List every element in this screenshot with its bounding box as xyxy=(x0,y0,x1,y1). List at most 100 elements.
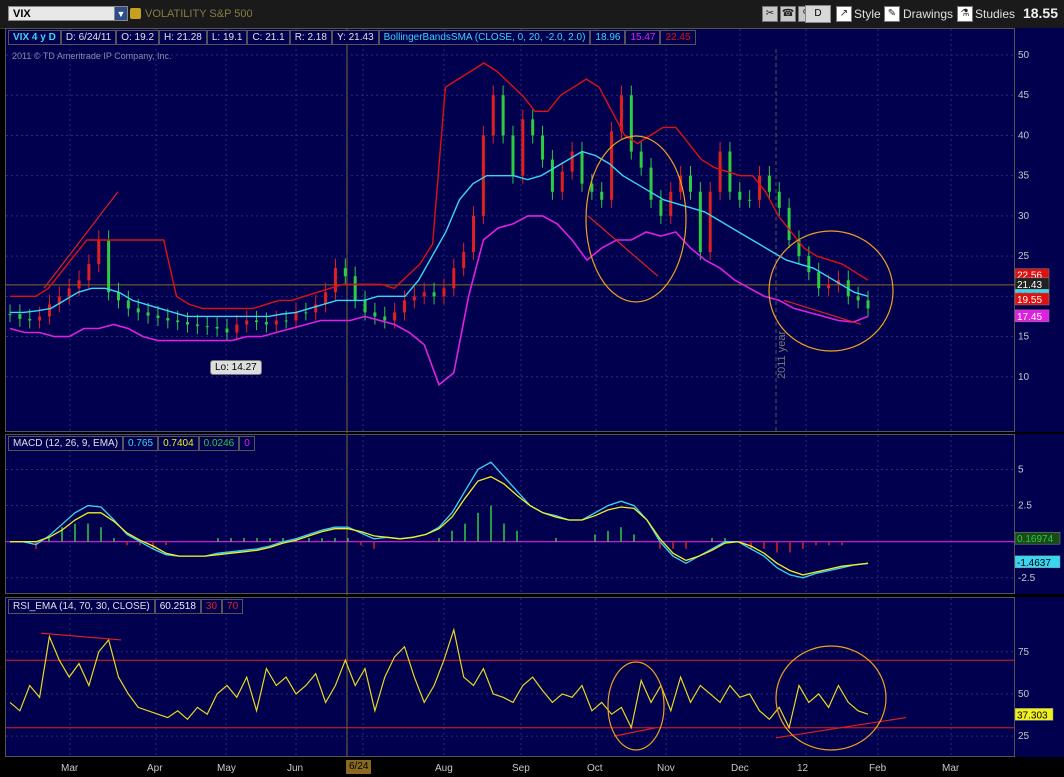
candle-body xyxy=(659,199,663,216)
bollinger-study-label[interactable]: BollingerBandsSMA (CLOSE, 0, 20, -2.0, 2… xyxy=(378,30,591,45)
bollinger-lower-value: 15.47 xyxy=(625,30,661,45)
candle-body xyxy=(866,300,870,309)
style-button[interactable]: Style xyxy=(854,7,881,21)
candle-body xyxy=(195,324,199,327)
candle-body xyxy=(541,135,545,160)
macd-pane[interactable]: MACD (12, 26, 9, EMA) 0.765 0.7404 0.024… xyxy=(5,434,1016,595)
candle-body xyxy=(521,119,525,176)
x-tick-label: May xyxy=(217,763,236,774)
x-tick-label: Aug xyxy=(435,763,453,774)
x-tick-label: Sep xyxy=(512,763,530,774)
macd-diff-value: 0.0246 xyxy=(198,436,240,451)
high-readout: H: 21.28 xyxy=(159,30,207,45)
symbol-dropdown-icon[interactable]: ▼ xyxy=(114,6,128,21)
y-tick-label: 75 xyxy=(1018,647,1030,658)
candle-body xyxy=(570,151,574,172)
drawings-icon[interactable]: ✎ xyxy=(884,6,900,22)
studies-icon[interactable]: ⚗ xyxy=(957,6,973,22)
candle-body xyxy=(333,268,337,293)
period-label[interactable]: VIX 4 y D xyxy=(8,30,61,45)
candle-body xyxy=(304,312,308,314)
candle-body xyxy=(205,326,209,328)
trendline-annotation xyxy=(613,727,657,737)
y-tick-label: 35 xyxy=(1018,171,1030,182)
drawing-mode-button[interactable]: D xyxy=(805,5,831,23)
candle-body xyxy=(18,314,22,319)
y-tick-label: 45 xyxy=(1018,90,1030,101)
x-tick-label: Jun xyxy=(287,763,304,774)
candle-body xyxy=(688,175,692,192)
x-tick-label: Dec xyxy=(731,763,749,774)
scissors-icon[interactable]: ✂ xyxy=(762,6,778,22)
x-tick-label: Mar xyxy=(61,763,79,774)
price-pane[interactable]: VIX 4 y D D: 6/24/11 O: 19.2 H: 21.28 L:… xyxy=(5,28,1016,433)
last-price: 18.55 xyxy=(1022,5,1058,21)
x-tick-label: 12 xyxy=(797,763,809,774)
candle-body xyxy=(393,312,397,321)
candle-body xyxy=(718,151,722,192)
candle-body xyxy=(777,191,781,208)
candle-body xyxy=(402,300,406,313)
close-readout: C: 21.1 xyxy=(247,30,290,45)
x-axis[interactable]: Mar Apr May Jun 6/24 Aug Sep Oct Nov Dec 12 Feb Mar xyxy=(5,757,1015,777)
candle-body xyxy=(245,320,249,325)
candle-body xyxy=(807,256,811,273)
price-header: VIX 4 y D D: 6/24/11 O: 19.2 H: 21.28 L:… xyxy=(8,30,696,45)
candle-body xyxy=(501,95,505,136)
phone-icon[interactable]: ☎ xyxy=(780,6,796,22)
candle-body xyxy=(8,314,12,316)
date-readout: D: 6/24/11 xyxy=(60,30,117,45)
price-y-axis[interactable]: 10152025303540455022.5621.4320.0119.5517… xyxy=(1015,28,1064,432)
candle-body xyxy=(324,292,328,305)
candle-body xyxy=(176,320,180,323)
rsi-pane[interactable]: RSI_EMA (14, 70, 30, CLOSE) 60.2518 30 7… xyxy=(5,597,1016,758)
symbol-input[interactable]: VIX xyxy=(8,6,126,21)
y-tick-label: 30 xyxy=(1018,211,1030,222)
candle-body xyxy=(28,318,32,321)
macd-study-label[interactable]: MACD (12, 26, 9, EMA) xyxy=(8,436,124,451)
candle-body xyxy=(67,288,71,297)
rsi-overbought-value: 70 xyxy=(222,599,244,614)
style-icon[interactable]: ↗ xyxy=(836,6,852,22)
bollinger-upper-value: 22.45 xyxy=(660,30,696,45)
y-tick-label: 50 xyxy=(1018,50,1030,61)
rsi-study-label[interactable]: RSI_EMA (14, 70, 30, CLOSE) xyxy=(8,599,155,614)
y-tick-label: 40 xyxy=(1018,130,1030,141)
candle-body xyxy=(560,171,564,192)
candle-body xyxy=(264,322,268,325)
y-tick-label: 50 xyxy=(1018,689,1030,700)
candle-body xyxy=(767,175,771,192)
symbol-info-icon[interactable] xyxy=(130,8,141,19)
candle-body xyxy=(343,268,347,277)
macd-y-axis[interactable]: -2.5 2.5 5 0.16974 -1.4637 xyxy=(1015,434,1064,594)
range-readout: R: 2.18 xyxy=(289,30,332,45)
candle-body xyxy=(363,300,367,313)
macd-badge-label: -1.4637 xyxy=(1017,558,1051,569)
candle-body xyxy=(442,288,446,297)
candle-body xyxy=(639,151,643,168)
macd-badge-label: 0.16974 xyxy=(1017,534,1054,545)
candle-body xyxy=(77,280,81,289)
candle-body xyxy=(698,191,702,253)
candle-body xyxy=(284,320,288,322)
price-chart xyxy=(6,29,1016,433)
symbol-description: VOLATILITY S&P 500 xyxy=(145,8,253,20)
studies-button[interactable]: Studies xyxy=(975,7,1015,21)
macd-header: MACD (12, 26, 9, EMA) 0.765 0.7404 0.024… xyxy=(8,436,255,451)
x-tick-label: Nov xyxy=(657,763,675,774)
low-callout: Lo: 14.27 xyxy=(210,360,262,375)
candle-body xyxy=(186,322,190,325)
candle-body xyxy=(462,252,466,269)
rsi-chart xyxy=(6,598,1016,758)
x-tick-label: Feb xyxy=(869,763,887,774)
drawings-button[interactable]: Drawings xyxy=(903,7,953,21)
annotation-circle xyxy=(775,645,887,751)
rsi-badge-label: 37.303 xyxy=(1017,710,1048,721)
rsi-value: 60.2518 xyxy=(154,599,201,614)
candle-body xyxy=(294,312,298,321)
macd-avg-value: 0.7404 xyxy=(158,436,199,451)
y-tick-label: 25 xyxy=(1018,251,1030,262)
rsi-y-axis[interactable]: 25 50 75 37.303 xyxy=(1015,597,1064,757)
macd-zero-value: 0 xyxy=(239,436,255,451)
candle-body xyxy=(225,328,229,333)
